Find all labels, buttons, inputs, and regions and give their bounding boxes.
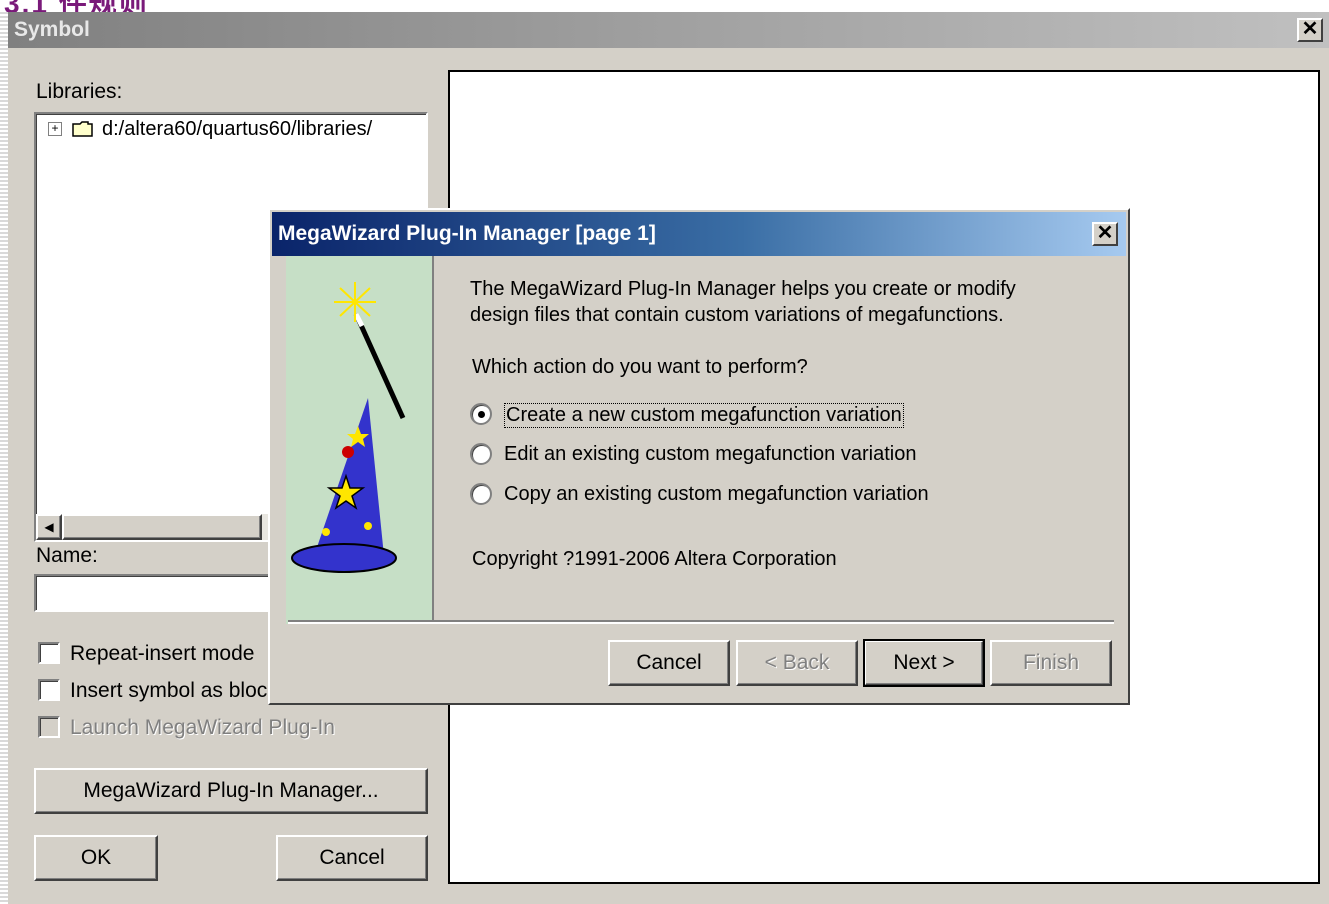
name-label: Name:	[36, 544, 98, 567]
close-icon: ✕	[1301, 18, 1319, 40]
library-tree-item[interactable]: d:/altera60/quartus60/libraries/	[102, 118, 372, 141]
folder-icon	[72, 121, 93, 137]
magic-wand-icon	[334, 282, 406, 420]
libraries-label: Libraries:	[36, 80, 123, 103]
wizard-question: Which action do you want to perform?	[472, 356, 808, 378]
symbol-title: Symbol	[14, 18, 90, 41]
symbol-cancel-button[interactable]: Cancel	[276, 835, 428, 881]
wizard-finish-button: Finish	[990, 640, 1112, 686]
slide-header-strip: 3.1 件规则	[0, 0, 1329, 12]
repeat-insert-label: Repeat-insert mode	[70, 642, 255, 665]
option-create-new-label[interactable]: Create a new custom megafunction variati…	[504, 403, 904, 428]
launch-megawizard-checkbox	[38, 716, 60, 738]
ok-button[interactable]: OK	[34, 835, 158, 881]
wizard-intro-line1: The MegaWizard Plug-In Manager helps you…	[470, 278, 1016, 300]
wizard-intro-line2: design files that contain custom variati…	[470, 304, 1004, 326]
name-input[interactable]	[34, 574, 294, 612]
megawizard-manager-button[interactable]: MegaWizard Plug-In Manager...	[34, 768, 428, 814]
symbol-titlebar: Symbol ✕	[8, 12, 1329, 48]
option-edit-existing-label[interactable]: Edit an existing custom megafunction var…	[504, 443, 916, 466]
radio-copy-existing[interactable]	[470, 483, 492, 505]
insert-block-checkbox[interactable]	[38, 679, 60, 701]
wizard-cancel-button[interactable]: Cancel	[608, 640, 730, 686]
wizard-copyright: Copyright ?1991-2006 Altera Corporation	[472, 548, 837, 570]
radio-edit-existing[interactable]	[470, 443, 492, 465]
wizard-close-button[interactable]: ✕	[1092, 222, 1118, 246]
wizard-separator	[288, 620, 1114, 624]
symbol-close-button[interactable]: ✕	[1297, 18, 1323, 42]
launch-megawizard-label: Launch MegaWizard Plug-In	[70, 716, 335, 739]
slide-heading: 3.1 件规则	[4, 0, 149, 12]
radio-create-new[interactable]	[470, 403, 492, 425]
insert-block-label: Insert symbol as bloc	[70, 679, 268, 702]
option-copy-existing-label[interactable]: Copy an existing custom megafunction var…	[504, 483, 929, 506]
close-icon: ✕	[1096, 222, 1114, 244]
wizard-titlebar: MegaWizard Plug-In Manager [page 1] ✕	[272, 212, 1126, 256]
expand-plus-icon[interactable]: +	[48, 122, 62, 136]
wizard-title: MegaWizard Plug-In Manager [page 1]	[278, 222, 656, 245]
scroll-left-arrow-icon: ◀	[44, 520, 54, 534]
wizard-back-button: < Back	[736, 640, 858, 686]
wizard-next-button[interactable]: Next >	[863, 639, 985, 687]
scroll-thumb[interactable]	[62, 514, 262, 540]
repeat-insert-checkbox[interactable]	[38, 642, 60, 664]
scroll-left-button[interactable]: ◀	[36, 514, 62, 540]
wizard-hat-icon	[291, 282, 406, 573]
wizard-art-panel	[286, 256, 434, 624]
megawizard-dialog: MegaWizard Plug-In Manager [page 1] ✕ Th…	[268, 208, 1130, 705]
